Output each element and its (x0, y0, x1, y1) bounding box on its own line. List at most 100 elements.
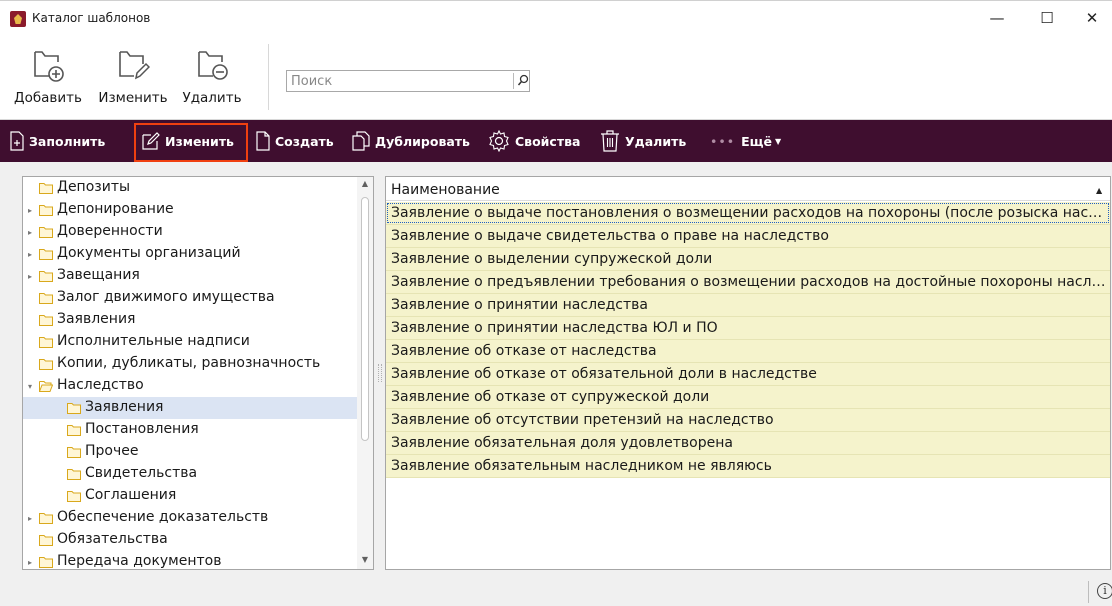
ribbon-add-label: Добавить (14, 90, 82, 106)
scroll-down-icon[interactable]: ▼ (360, 555, 370, 565)
folder-icon (67, 403, 81, 414)
tree-item-label: Обеспечение доказательств (57, 509, 269, 525)
tree-item-label: Заявления (85, 399, 164, 415)
tree-item[interactable]: Копии, дубликаты, равнозначность (23, 353, 357, 375)
tree-item-label: Наследство (57, 377, 144, 393)
tree-item[interactable]: Постановления (23, 419, 357, 441)
table-row[interactable]: Заявление обязательным наследником не яв… (386, 455, 1110, 478)
ribbon-edit-button[interactable]: Изменить (90, 46, 176, 116)
ribbon-add-button[interactable]: Добавить (4, 46, 92, 116)
table-row[interactable]: Заявление о выдаче свидетельства о праве… (386, 225, 1110, 248)
scroll-thumb[interactable] (361, 197, 369, 441)
search-input[interactable]: Поиск (286, 70, 530, 92)
trash-icon (601, 130, 619, 152)
table-row[interactable]: Заявление обязательная доля удовлетворен… (386, 432, 1110, 455)
expand-right-icon[interactable]: ▸ (25, 249, 35, 259)
table-row[interactable]: Заявление о принятии наследства ЮЛ и ПО (386, 317, 1110, 340)
tree-item-label: Соглашения (85, 487, 177, 503)
focus-indicator (387, 203, 1109, 223)
expand-right-icon[interactable]: ▸ (25, 227, 35, 237)
grid-column-header[interactable]: Наименование ▲ (386, 177, 1110, 201)
folder-icon (67, 491, 81, 502)
tree-item-label: Прочее (85, 443, 139, 459)
tree-item[interactable]: Исполнительные надписи (23, 331, 357, 353)
scroll-up-icon[interactable]: ▲ (360, 179, 370, 189)
toolbar-more-button[interactable]: ••• Ещё ▼ (710, 120, 781, 162)
folder-icon (39, 535, 53, 546)
tree-item[interactable]: Заявления (23, 397, 357, 419)
chevron-down-icon: ▼ (774, 136, 782, 146)
toolbar-fill-button[interactable]: Заполнить (10, 120, 105, 162)
new-document-icon (256, 131, 270, 151)
sort-ascending-icon: ▲ (1096, 186, 1103, 195)
toolbar-delete-label: Удалить (625, 133, 687, 149)
tree-item-label: Копии, дубликаты, равнозначность (57, 355, 321, 371)
tree-item[interactable]: Обязательства (23, 529, 357, 551)
toolbar-create-label: Создать (275, 133, 334, 149)
expand-right-icon[interactable]: ▸ (25, 271, 35, 281)
tree-item[interactable]: ▸ Завещания (23, 265, 357, 287)
table-row[interactable]: Заявление об отказе от обязательной доли… (386, 363, 1110, 386)
toolbar-properties-button[interactable]: Свойства (488, 120, 580, 162)
tree-item[interactable]: ▸ Доверенности (23, 221, 357, 243)
minimize-button[interactable]: — (974, 1, 1020, 35)
folder-icon (39, 557, 53, 568)
add-folder-icon (34, 51, 64, 82)
folder-icon (39, 205, 53, 216)
app-logo-icon (10, 11, 26, 27)
tree-item[interactable]: Соглашения (23, 485, 357, 507)
folder-icon (67, 425, 81, 436)
tree-item[interactable]: ▸ Депонирование (23, 199, 357, 221)
folder-icon (39, 337, 53, 348)
tree-item[interactable]: Свидетельства (23, 463, 357, 485)
tree-item-label: Доверенности (57, 223, 163, 239)
toolbar-delete-button[interactable]: Удалить (600, 120, 686, 162)
tree-item[interactable]: Прочее (23, 441, 357, 463)
table-row[interactable]: Заявление об отсутствии претензий на нас… (386, 409, 1110, 432)
close-button[interactable]: ✕ (1072, 1, 1112, 35)
maximize-button[interactable]: ☐ (1024, 1, 1070, 35)
table-row[interactable]: Заявление о выделении супружеской доли (386, 248, 1110, 271)
template-grid[interactable]: Наименование ▲ Заявление о выдаче постан… (385, 176, 1111, 570)
expand-right-icon[interactable]: ▸ (25, 513, 35, 523)
folder-icon (39, 227, 53, 238)
tree-item[interactable]: ▾ Наследство (23, 375, 357, 397)
table-row[interactable]: Заявление о предъявлении требования о во… (386, 271, 1110, 294)
toolbar-properties-label: Свойства (515, 133, 581, 149)
tree-item-label: Завещания (57, 267, 140, 283)
search-icon[interactable] (517, 74, 529, 88)
tree-scrollbar[interactable]: ▲ ▼ (357, 177, 373, 569)
toolbar-create-button[interactable]: Создать (256, 120, 334, 162)
tree-item[interactable]: Залог движимого имущества (23, 287, 357, 309)
tree-item[interactable]: Заявления (23, 309, 357, 331)
tree-item[interactable]: ▸ Документы организаций (23, 243, 357, 265)
table-row[interactable]: Заявление о принятии наследства (386, 294, 1110, 317)
info-icon[interactable]: i (1097, 583, 1112, 599)
tree-item-label: Депозиты (57, 179, 131, 195)
tree-item[interactable]: ▸ Передача документов (23, 551, 357, 569)
toolbar-duplicate-button[interactable]: Дублировать (352, 120, 470, 162)
more-dots-icon: ••• (710, 133, 736, 149)
tree-item-label: Передача документов (57, 553, 222, 569)
tree-item[interactable]: Депозиты (23, 177, 357, 199)
expand-right-icon[interactable]: ▸ (25, 557, 35, 567)
table-row[interactable]: Заявление об отказе от супружеской доли (386, 386, 1110, 409)
table-row[interactable]: Заявление об отказе от наследства (386, 340, 1110, 363)
expand-down-icon[interactable]: ▾ (25, 381, 35, 391)
ribbon-separator (268, 44, 269, 110)
splitter-handle[interactable] (378, 364, 382, 382)
edit-button-highlight (134, 123, 248, 162)
window-title: Каталог шаблонов (32, 11, 151, 25)
tree-item-label: Свидетельства (85, 465, 198, 481)
ribbon-delete-button[interactable]: Удалить (172, 46, 252, 116)
fill-document-icon (10, 131, 24, 151)
expand-right-icon[interactable]: ▸ (25, 205, 35, 215)
table-row[interactable]: Заявление о выдаче постановления о возме… (386, 202, 1110, 225)
gear-icon (489, 130, 509, 152)
edit-folder-icon (119, 51, 150, 80)
search-divider (513, 73, 514, 89)
tree-item[interactable]: ▸ Обеспечение доказательств (23, 507, 357, 529)
toolbar-more-label: Ещё (741, 133, 772, 149)
folder-icon (67, 447, 81, 458)
folder-tree[interactable]: Депозиты ▸ Депонирование ▸ Доверенности ▸ Доку… (22, 176, 374, 570)
